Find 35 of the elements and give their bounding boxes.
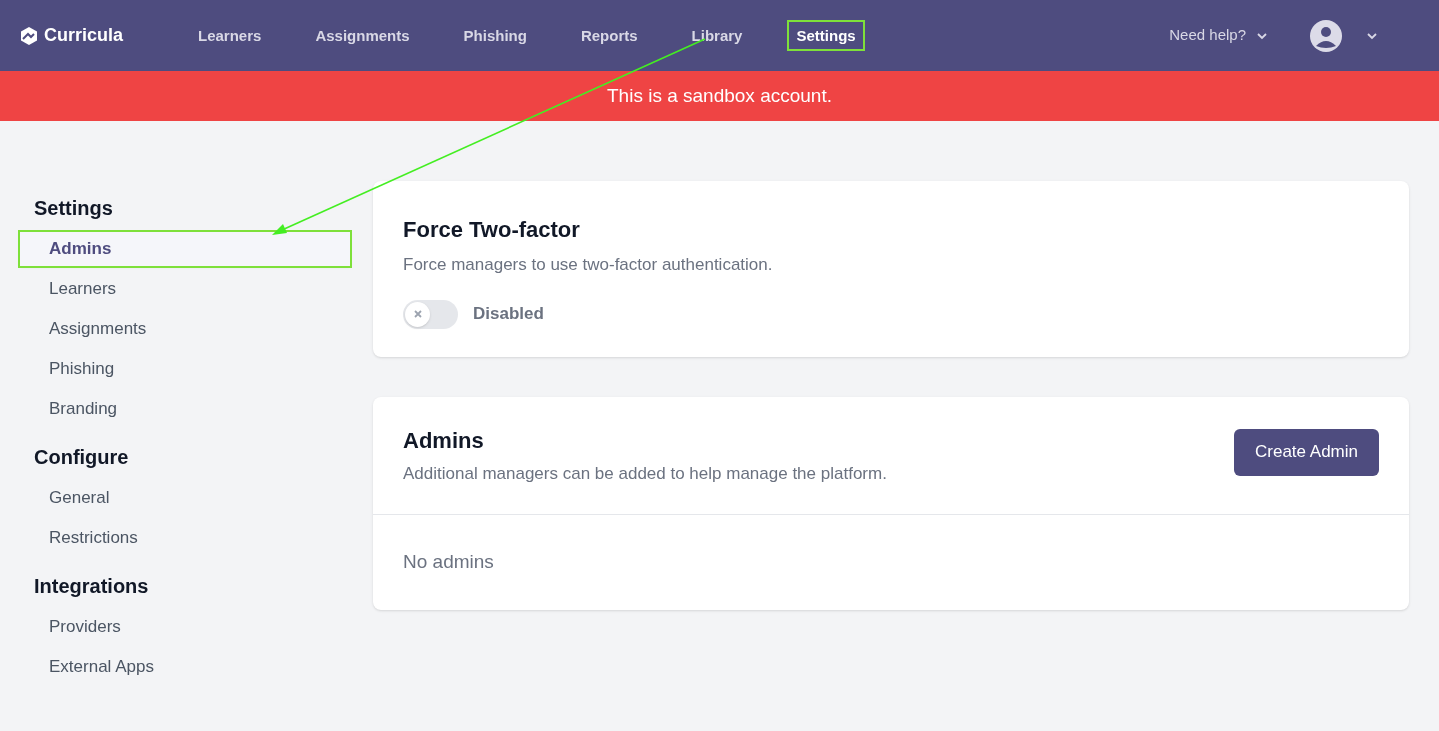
nav-link[interactable]: Learners	[191, 21, 269, 49]
logo-icon	[19, 25, 39, 46]
empty-message: No admins	[402, 550, 495, 574]
toggle-switch[interactable]	[403, 299, 458, 329]
sidebar-item[interactable]: General	[20, 481, 350, 515]
sidebar-heading: Settings	[33, 196, 114, 221]
toggle-label: Disabled	[473, 303, 544, 326]
card-description: Force managers to use two-factor authentication.	[403, 254, 774, 276]
nav-link[interactable]: Library	[684, 21, 750, 49]
card-title: Force Two-factor	[403, 216, 581, 244]
sidebar-item[interactable]: Assignments	[20, 312, 350, 346]
card-description: Additional managers can be added to help manage the platform.	[403, 462, 887, 485]
sidebar-item[interactable]: Restrictions	[20, 521, 350, 555]
user-avatar-icon	[1310, 19, 1342, 52]
card-title: Admins	[403, 426, 485, 455]
sidebar-item[interactable]: Admins	[20, 232, 350, 266]
close-icon	[413, 310, 422, 318]
create-admin-button[interactable]: Create Admin	[1234, 428, 1379, 476]
sidebar-item[interactable]: Learners	[20, 272, 350, 306]
nav-link[interactable]: Phishing	[456, 21, 534, 49]
logo-text: Curricula	[44, 24, 124, 47]
help-menu[interactable]: Need help?	[1169, 24, 1268, 47]
nav-link[interactable]: Settings	[789, 21, 863, 49]
sidebar-heading: Configure	[33, 445, 130, 470]
sidebar-heading: Integrations	[33, 574, 150, 599]
sidebar-item[interactable]: Branding	[20, 392, 350, 426]
account-menu[interactable]	[1310, 19, 1378, 52]
sidebar-item[interactable]: Providers	[20, 610, 350, 644]
sandbox-banner: This is a sandbox account.	[0, 71, 1439, 121]
chevron-down-icon	[1366, 31, 1378, 40]
nav-link[interactable]: Assignments	[308, 21, 417, 49]
chevron-down-icon	[1256, 31, 1268, 40]
sidebar-item[interactable]: External Apps	[20, 650, 350, 684]
sidebar-item[interactable]: Phishing	[20, 352, 350, 386]
nav-link[interactable]: Reports	[573, 21, 645, 49]
